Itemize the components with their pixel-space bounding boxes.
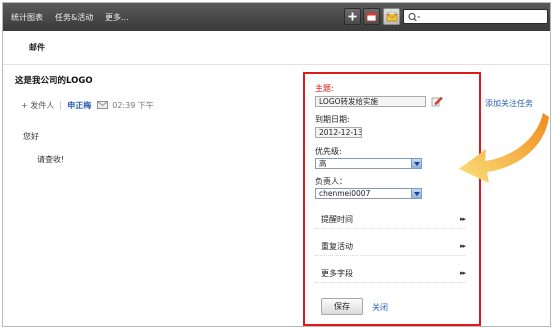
chevron-right-icon: ▸▸ xyxy=(459,269,466,277)
priority-value: 高 xyxy=(319,159,327,168)
callout-arrow-icon xyxy=(459,113,549,183)
subject-field[interactable]: LOGO转发给实施 xyxy=(315,96,426,107)
subject-label: 主题: xyxy=(315,84,334,93)
section-repeat[interactable]: 重复活动 ▸▸ xyxy=(315,236,466,256)
save-button[interactable]: 保存 xyxy=(321,298,363,315)
close-link[interactable]: 关闭 xyxy=(372,302,388,313)
owner-label: 负责人： xyxy=(315,177,347,186)
section-label: 重复活动 xyxy=(321,242,353,251)
email-subject: 这是我公司的LOGO xyxy=(15,76,93,86)
email-time: 02:39 下午 xyxy=(112,100,154,110)
nav-item-more[interactable]: 更多... xyxy=(105,12,129,23)
chevron-down-icon xyxy=(411,159,421,168)
email-greeting: 您好 xyxy=(23,132,39,141)
calendar-icon xyxy=(366,12,377,22)
app-window: 统计图表 任务&活动 更多... 邮件 这是我公司的LOGO + 发件人 申正梅… xyxy=(2,2,551,327)
add-icon xyxy=(348,12,357,21)
mail-button[interactable] xyxy=(383,8,400,25)
email-body: 请查收! xyxy=(37,155,65,164)
priority-label: 优先级: xyxy=(315,147,342,156)
chevron-right-icon: ▸▸ xyxy=(459,215,466,223)
edit-icon[interactable] xyxy=(431,95,443,107)
section-label: 提醒时间 xyxy=(321,215,353,224)
calendar-button[interactable] xyxy=(363,8,380,25)
nav-item-tasks[interactable]: 任务&活动 xyxy=(55,12,93,23)
sender-name[interactable]: 申正梅 xyxy=(67,100,91,111)
section-more-fields[interactable]: 更多字段 ▸▸ xyxy=(315,263,466,283)
email-meta: + 发件人 申正梅 02:39 下午 xyxy=(21,99,154,111)
owner-value: chenmei0007 xyxy=(319,189,371,198)
priority-select[interactable]: 高 xyxy=(315,158,422,169)
section-label: 更多字段 xyxy=(321,269,353,278)
section-reminder[interactable]: 提醒时间 ▸▸ xyxy=(315,209,466,229)
chevron-down-icon xyxy=(411,189,421,198)
sender-prefix[interactable]: + 发件人 xyxy=(21,100,54,111)
section-header: 邮件 xyxy=(3,31,550,65)
due-date-field[interactable]: 2012-12-13 xyxy=(315,127,362,138)
top-navigation-bar: 统计图表 任务&活动 更多... xyxy=(3,3,550,31)
owner-select[interactable]: chenmei0007 xyxy=(315,188,422,199)
page-title: 邮件 xyxy=(29,43,45,52)
add-button[interactable] xyxy=(344,8,361,25)
divider xyxy=(60,100,62,110)
due-date-label: 到期日期: xyxy=(315,115,350,124)
chevron-right-icon: ▸▸ xyxy=(459,242,466,250)
nav-item-charts[interactable]: 统计图表 xyxy=(11,12,43,23)
mail-icon xyxy=(386,12,397,22)
envelope-icon xyxy=(97,101,109,109)
add-follow-task-link[interactable]: 添加关注任务 xyxy=(485,98,533,109)
search-input[interactable] xyxy=(403,9,548,24)
search-icon xyxy=(408,12,420,22)
